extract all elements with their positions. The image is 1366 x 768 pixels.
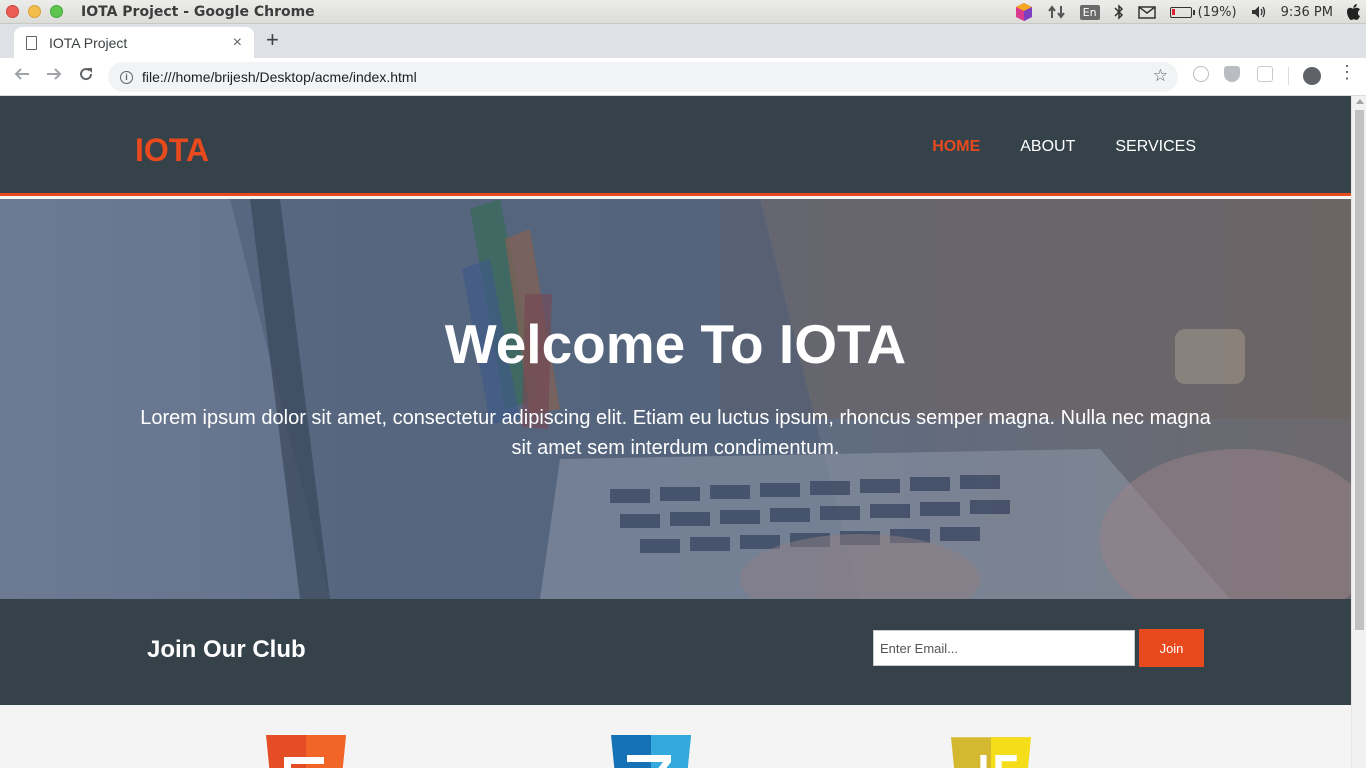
arrow-left-icon xyxy=(14,68,29,80)
extension-react-icon[interactable] xyxy=(1257,66,1273,82)
os-top-bar: IOTA Project - Google Chrome En (19%) 9:… xyxy=(0,0,1366,24)
tab-iota-project[interactable]: IOTA Project × xyxy=(14,27,254,58)
address-bar[interactable]: i file:///home/brijesh/Desktop/acme/inde… xyxy=(108,62,1178,92)
page-viewport: IOTA HOME ABOUT SERVICES Welcome To IOTA… xyxy=(0,96,1351,768)
hero-showcase: Welcome To IOTA Lorem ipsum dolor sit am… xyxy=(0,199,1351,599)
js-logo xyxy=(951,737,1031,768)
hero-text: Lorem ipsum dolor sit amet, consectetur … xyxy=(140,407,1211,459)
extension-shield-icon[interactable] xyxy=(1224,66,1240,82)
mail-icon[interactable] xyxy=(1137,5,1156,19)
scrollbar-thumb[interactable] xyxy=(1355,110,1364,630)
site-header: IOTA HOME ABOUT SERVICES xyxy=(0,96,1351,196)
page-icon xyxy=(26,35,37,50)
boxes-section xyxy=(0,705,1351,768)
nav-services[interactable]: SERVICES xyxy=(1115,138,1196,156)
browser-toolbar: i file:///home/brijesh/Desktop/acme/inde… xyxy=(0,58,1366,96)
clock[interactable]: 9:36 PM xyxy=(1281,5,1333,20)
arrow-right-icon xyxy=(47,68,62,80)
new-tab-button[interactable]: + xyxy=(266,29,279,51)
toolbar-divider xyxy=(1288,67,1289,85)
battery-percent: (19%) xyxy=(1197,4,1237,20)
reload-icon xyxy=(80,68,93,81)
css3-logo xyxy=(611,735,691,768)
maximize-window-button[interactable] xyxy=(50,5,63,18)
bookmark-star-icon[interactable]: ☆ xyxy=(1153,66,1168,86)
browser-menu-icon[interactable]: ⋮ xyxy=(1338,62,1356,83)
html5-logo xyxy=(266,735,346,768)
nav-about[interactable]: ABOUT xyxy=(1020,138,1075,156)
minimize-window-button[interactable] xyxy=(28,5,41,18)
newsletter-section: Join Our Club Join xyxy=(0,599,1351,705)
tab-close-icon[interactable]: × xyxy=(233,34,242,52)
app-cube-icon[interactable] xyxy=(1014,2,1034,22)
close-window-button[interactable] xyxy=(6,5,19,18)
info-icon[interactable]: i xyxy=(120,70,133,84)
page-scrollbar[interactable] xyxy=(1351,96,1366,768)
volume-icon[interactable] xyxy=(1251,5,1267,19)
system-tray: En (19%) 9:36 PM xyxy=(1014,0,1366,24)
battery-icon xyxy=(1169,6,1195,18)
email-input[interactable] xyxy=(873,630,1135,666)
extension-timer-icon[interactable] xyxy=(1193,66,1209,82)
window-controls xyxy=(6,5,63,18)
reload-button[interactable] xyxy=(70,66,102,87)
site-nav: HOME ABOUT SERVICES xyxy=(932,138,1196,156)
join-button[interactable]: Join xyxy=(1139,629,1204,667)
network-arrows-icon[interactable] xyxy=(1047,4,1066,20)
window-title: IOTA Project - Google Chrome xyxy=(81,3,315,20)
apple-logo-icon[interactable] xyxy=(1347,3,1362,21)
bluetooth-icon[interactable] xyxy=(1114,4,1124,20)
forward-button[interactable] xyxy=(38,66,70,87)
newsletter-heading: Join Our Club xyxy=(147,636,306,663)
battery-indicator[interactable]: (19%) xyxy=(1169,4,1237,20)
url-text[interactable]: file:///home/brijesh/Desktop/acme/index.… xyxy=(142,69,417,85)
tab-strip: IOTA Project × + xyxy=(0,24,1366,58)
site-logo[interactable]: IOTA xyxy=(135,132,209,169)
profile-avatar-icon[interactable] xyxy=(1303,67,1321,85)
nav-home[interactable]: HOME xyxy=(932,138,980,156)
keyboard-language-indicator[interactable]: En xyxy=(1079,4,1100,20)
scroll-up-arrow-icon[interactable] xyxy=(1356,99,1364,104)
back-button[interactable] xyxy=(6,66,38,87)
tab-title: IOTA Project xyxy=(49,34,128,51)
hero-overlay xyxy=(0,199,1351,599)
battery-fill xyxy=(1171,8,1175,15)
hero-title: Welcome To IOTA xyxy=(444,313,907,375)
